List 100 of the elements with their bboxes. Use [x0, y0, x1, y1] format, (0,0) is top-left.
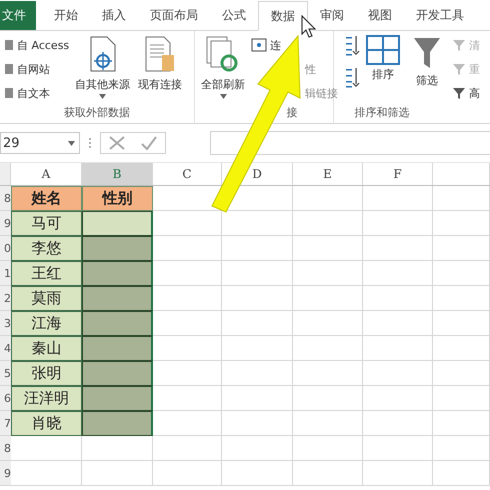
table-cell — [433, 211, 490, 236]
table-cell — [222, 411, 293, 436]
ribbon-tab[interactable]: 插入 — [90, 1, 138, 30]
table-cell — [153, 436, 222, 461]
row-number[interactable]: 1 — [0, 261, 11, 286]
table-cell — [363, 386, 433, 411]
selected-cell[interactable] — [82, 336, 153, 361]
table-cell — [222, 236, 293, 261]
selected-cell[interactable] — [82, 361, 153, 386]
table-cell — [222, 461, 293, 486]
table-cell — [293, 261, 363, 286]
row-number[interactable]: 0 — [0, 236, 11, 261]
table-cell: 王红 — [11, 261, 82, 286]
table-cell — [293, 186, 363, 211]
table-cell — [153, 311, 222, 336]
ribbon-tab[interactable]: 开发工具 — [404, 1, 476, 30]
ribbon-button[interactable]: 全部刷新 — [199, 35, 247, 105]
selected-cell[interactable] — [82, 386, 153, 411]
table-cell: 马可 — [11, 211, 82, 236]
table-cell — [153, 336, 222, 361]
table-cell — [293, 336, 363, 361]
table-cell — [363, 211, 433, 236]
table-cell: 张明 — [11, 361, 82, 386]
ribbon-tab[interactable]: 数据 — [258, 1, 308, 31]
table-cell: 江海 — [11, 311, 82, 336]
row-number[interactable]: 6 — [0, 386, 11, 411]
column-header[interactable]: E — [293, 163, 363, 185]
table-cell — [433, 186, 490, 211]
selected-cell[interactable] — [82, 236, 153, 261]
column-header[interactable]: C — [153, 163, 222, 185]
table-cell — [363, 436, 433, 461]
table-cell — [222, 436, 293, 461]
ribbon-button[interactable]: 现有连接 — [136, 35, 184, 105]
table-cell — [433, 436, 490, 461]
row-number[interactable]: 3 — [0, 311, 11, 336]
table-cell — [433, 461, 490, 486]
table-cell — [293, 286, 363, 311]
table-cell — [153, 461, 222, 486]
row-number[interactable]: 7 — [0, 411, 11, 436]
row-number[interactable]: 9 — [0, 461, 11, 486]
database-icon — [4, 87, 14, 99]
ribbon-button[interactable]: 辑链接 — [305, 83, 338, 103]
row-number[interactable]: 5 — [0, 361, 11, 386]
table-cell — [363, 411, 433, 436]
table-cell — [293, 211, 363, 236]
table-cell — [293, 236, 363, 261]
name-box[interactable]: 29 — [0, 132, 80, 154]
grip-icon — [88, 137, 92, 149]
group-label: 接 — [286, 105, 298, 121]
check-icon — [140, 135, 158, 151]
selected-cell[interactable] — [82, 286, 153, 311]
ribbon-button[interactable]: 自文本 — [4, 83, 70, 103]
database-icon — [4, 39, 14, 51]
table-cell — [433, 361, 490, 386]
row-number[interactable]: 8 — [0, 186, 11, 211]
table-cell — [433, 386, 490, 411]
sort-ascending-icon — [344, 35, 360, 57]
database-icon — [4, 63, 14, 75]
ribbon-button[interactable]: 高 — [452, 83, 480, 103]
table-cell — [363, 461, 433, 486]
ribbon-button[interactable]: 自网站 — [4, 59, 70, 79]
table-cell — [433, 336, 490, 361]
row-number[interactable]: 4 — [0, 336, 11, 361]
selected-cell[interactable] — [82, 311, 153, 336]
selected-cell[interactable] — [82, 411, 153, 436]
ribbon-tab[interactable]: 审阅 — [308, 1, 356, 30]
table-cell — [433, 311, 490, 336]
table-header-cell: 姓名 — [11, 186, 82, 211]
ribbon-button[interactable]: 自其他来源 — [73, 35, 132, 105]
ribbon-button[interactable]: 筛选 — [406, 35, 448, 105]
ribbon-tab[interactable]: 开始 — [42, 1, 90, 30]
table-cell: 汪洋明 — [11, 386, 82, 411]
connection-icon — [251, 38, 267, 52]
row-number[interactable]: 8 — [0, 436, 11, 461]
ribbon-button[interactable]: 连 — [251, 35, 281, 55]
table-header-cell: 性别 — [82, 186, 153, 211]
ribbon-button[interactable]: 自 Access — [4, 35, 70, 55]
dropdown-icon — [68, 140, 75, 146]
sort-descending-icon — [344, 67, 360, 89]
table-cell — [82, 436, 153, 461]
filter-icon — [412, 35, 442, 71]
file-tab[interactable]: 文件 — [0, 1, 36, 30]
table-cell — [363, 286, 433, 311]
ribbon-tab[interactable]: 页面布局 — [138, 1, 210, 30]
ribbon-tab[interactable]: 公式 — [210, 1, 258, 30]
table-cell — [363, 311, 433, 336]
row-number[interactable]: 9 — [0, 211, 11, 236]
row-number[interactable]: 2 — [0, 286, 11, 311]
column-header[interactable]: B — [82, 163, 153, 185]
ribbon-tab[interactable]: 视图 — [356, 1, 404, 30]
table-cell — [293, 436, 363, 461]
selected-cell[interactable] — [82, 261, 153, 286]
ribbon-button[interactable]: 排序 — [364, 35, 402, 105]
caret-icon — [99, 94, 106, 99]
table-cell — [222, 361, 293, 386]
column-header[interactable]: F — [363, 163, 433, 185]
ribbon-button[interactable]: 性 — [305, 59, 338, 79]
table-cell — [153, 386, 222, 411]
active-cell[interactable] — [82, 211, 153, 236]
table-cell — [433, 236, 490, 261]
